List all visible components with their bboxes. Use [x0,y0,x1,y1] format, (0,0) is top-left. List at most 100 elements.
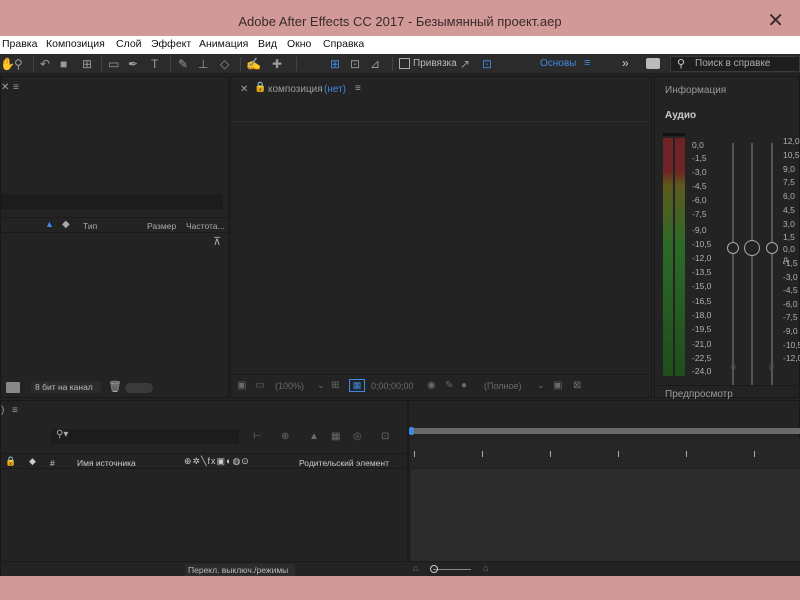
timeline-close-icon[interactable]: ) [1,405,4,416]
column-number[interactable]: # [50,458,55,468]
motion-blur-icon[interactable]: ◎ [353,431,362,442]
safe-zones-icon[interactable]: ⊞ [331,380,339,391]
rotate-tool-icon[interactable]: ↶ [40,57,50,71]
pen-tool-icon[interactable]: ✒ [128,57,138,71]
column-source-name[interactable]: Имя источника [77,458,136,468]
bit-depth-button[interactable]: 8 бит на канал [31,381,101,393]
text-tool-icon[interactable]: T [151,57,158,71]
db-label: -7,5 [692,209,707,219]
timecode[interactable]: 0;00;00;00 [371,381,414,391]
project-slider[interactable] [125,383,153,393]
layer-switches-icons[interactable]: ⊕✲╲fx▣◐◍⊙ [184,456,250,467]
label-column-icon[interactable]: ◆ [29,456,36,467]
menu-composition[interactable]: Композиция [46,38,105,50]
shy-layers-icon[interactable]: ▲ [309,431,319,442]
column-parent[interactable]: Родительский элемент [299,458,389,468]
snap-feature-icon[interactable]: ⊡ [482,57,492,71]
hand-tool-icon[interactable]: ✋ [0,57,15,71]
roto-brush-tool-icon[interactable]: ✍ [246,57,261,71]
zoom-out-icon[interactable]: ⌂ [413,563,418,573]
camera-tool-icon[interactable]: ■ [60,57,67,71]
column-frame-rate[interactable]: Частота... [186,221,225,231]
eraser-tool-icon[interactable]: ◇ [220,57,229,71]
timeline-track-area[interactable] [411,469,800,561]
always-preview-icon[interactable]: ▣ [237,380,246,391]
project-panel-menu-icon[interactable]: ≡ [13,82,19,93]
sync-settings-icon[interactable] [646,58,660,69]
local-axis-icon[interactable]: ⊞ [330,57,340,71]
preview-tab[interactable]: Предпросмотр [665,389,733,400]
time-ruler[interactable] [411,439,800,467]
comp-tab-value[interactable]: (нет) [324,84,346,95]
snap-options-icon[interactable]: ↗ [460,57,470,71]
view-axis-icon[interactable]: ⊿ [370,57,380,71]
zoom-chevron-icon[interactable]: ⌄ [317,380,325,391]
menu-help[interactable]: Справка [323,38,364,50]
zoom-tool-icon[interactable]: ⚲ [14,57,23,71]
toggle-switches-modes-button[interactable]: Перекл. выключ./режимы [185,564,295,576]
transparency-grid-icon[interactable]: ▦ [349,379,365,392]
zoom-in-icon[interactable]: ⌂ [483,563,488,573]
work-area-start-handle[interactable] [409,427,414,435]
info-tab[interactable]: Информация [665,85,726,96]
resolution-chevron-icon[interactable]: ⌄ [537,380,545,391]
work-area-bar[interactable] [411,428,800,434]
flowchart-icon[interactable]: ⊼ [213,235,221,248]
timeline-search-input[interactable]: ⚲▾ [51,429,239,444]
menu-animation[interactable]: Анимация [199,38,248,50]
draft-3d-icon[interactable]: ⊕ [281,431,289,442]
comp-mini-flowchart-icon[interactable]: ⊢ [253,431,262,442]
project-search-input[interactable] [1,194,223,209]
snapshot-icon[interactable]: ◉ [427,380,436,391]
comp-tab-close-icon[interactable]: ✕ [240,84,248,95]
shape-tool-icon[interactable]: ▭ [108,57,119,71]
puppet-pin-tool-icon[interactable]: ✚ [272,57,282,71]
resolution-select[interactable]: (Полное) [484,381,522,391]
window-title: Adobe After Effects CC 2017 - Безымянный… [238,14,562,29]
close-icon[interactable]: ✕ [767,8,784,33]
region-of-interest-icon[interactable]: ▣ [553,380,562,391]
db-label: -24,0 [692,366,712,376]
level-slider-right-knob[interactable] [766,242,778,254]
label-tag-icon[interactable]: ◆ [62,219,70,230]
menu-view[interactable]: Вид [258,38,277,50]
column-size[interactable]: Размер [147,221,176,231]
trash-icon[interactable]: 🗑 [108,380,122,393]
divider [231,121,651,122]
help-search-input[interactable]: ⚲ Поиск в справке [670,56,800,72]
menu-window[interactable]: Окно [287,38,311,50]
more-workspaces-icon[interactable]: » [622,56,629,70]
db-label-right: -7,5 [783,312,798,322]
toggle-transparency-icon[interactable]: ⊠ [573,380,581,391]
sort-ascending-icon[interactable]: ▲ [45,219,54,229]
clone-stamp-tool-icon[interactable]: ⊥ [198,57,208,71]
snap-checkbox[interactable] [399,58,410,69]
lock-column-icon[interactable]: 🔒 [5,456,16,467]
brush-tool-icon[interactable]: ✎ [178,57,188,71]
pan-behind-tool-icon[interactable]: ⊞ [82,57,92,71]
menu-effect[interactable]: Эффект [151,38,191,50]
color-channels-icon[interactable]: ● [461,380,467,391]
level-slider-left-knob[interactable] [727,242,739,254]
comp-tab-label[interactable]: композиция [268,84,323,95]
interpret-footage-icon[interactable] [6,382,20,393]
zoom-select[interactable]: (100%) [275,381,304,391]
level-slider-center-knob[interactable] [744,240,760,256]
db-label-right: 4,5 [783,205,795,215]
world-axis-icon[interactable]: ⊡ [350,57,360,71]
time-zoom-slider-knob[interactable] [430,565,438,573]
menu-edit[interactable]: Правка [2,38,37,50]
display-icon[interactable]: ▭ [255,380,264,391]
show-snapshot-icon[interactable]: ✎ [445,380,453,391]
lock-icon[interactable]: 🔒 [254,82,266,93]
comp-tab-menu-icon[interactable]: ≡ [355,83,361,94]
project-panel-close-icon[interactable]: ✕ [1,82,9,93]
frame-blending-icon[interactable]: ▦ [331,431,340,442]
menu-layer[interactable]: Слой [116,38,142,50]
workspace-label[interactable]: Основы [540,58,576,69]
db-label: -21,0 [692,339,712,349]
timeline-menu-icon[interactable]: ≡ [12,405,18,416]
column-type[interactable]: Тип [83,221,97,231]
workspace-menu-icon[interactable]: ≡ [584,57,590,69]
graph-editor-icon[interactable]: ⊡ [381,431,389,442]
